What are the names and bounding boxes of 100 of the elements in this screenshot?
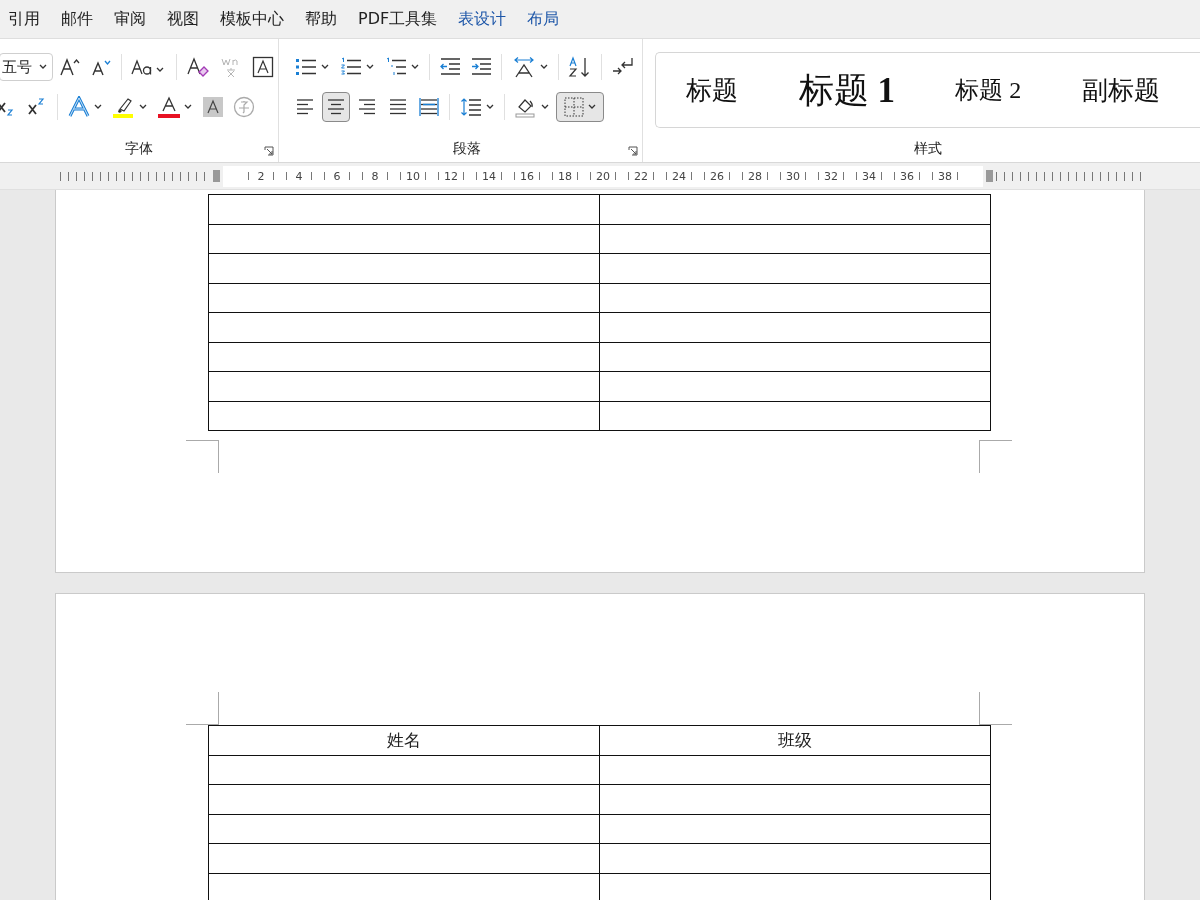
bordered-letter-icon	[252, 56, 274, 78]
caret-icon	[541, 104, 549, 110]
menu-tab[interactable]: 布局	[527, 8, 560, 30]
ruler-number: 30	[786, 169, 800, 183]
highlighter-icon	[113, 96, 135, 118]
table-cell[interactable]	[600, 785, 991, 815]
alignment-icon	[295, 98, 315, 116]
indent-marker[interactable]	[986, 170, 993, 182]
menu-tab[interactable]: PDF工具集	[358, 8, 438, 30]
table-cell[interactable]	[600, 342, 991, 372]
ruler-number: 22	[634, 169, 648, 183]
superscript-icon	[28, 97, 46, 117]
crop-mark	[979, 440, 1012, 473]
menu-tab[interactable]: 邮件	[61, 8, 93, 30]
style-item[interactable]: 标题	[686, 72, 739, 108]
table-cell[interactable]	[600, 283, 991, 313]
decrease-indent-icon	[439, 57, 461, 77]
increase-indent-icon	[470, 57, 492, 77]
eraser-icon	[186, 56, 210, 78]
alignment-icon	[326, 98, 346, 116]
table-cell[interactable]	[600, 844, 991, 874]
table-cell[interactable]	[209, 401, 600, 431]
caret-icon	[540, 64, 548, 70]
dialog-launcher-icon[interactable]	[264, 146, 274, 156]
table-cell[interactable]	[600, 401, 991, 431]
line-spacing-icon	[460, 97, 482, 117]
multilevel-list-icon	[385, 57, 407, 77]
ruler-number: 14	[482, 169, 496, 183]
caret-icon	[139, 104, 147, 110]
table-cell[interactable]	[600, 195, 991, 225]
style-item[interactable]: 副标题	[1081, 72, 1160, 108]
table-cell[interactable]	[209, 755, 600, 785]
grow-font-icon	[59, 57, 81, 77]
ruler-number: 32	[824, 169, 838, 183]
table-cell[interactable]	[209, 785, 600, 815]
ruler-number: 36	[900, 169, 914, 183]
caret-icon	[411, 64, 419, 70]
menu-tab[interactable]: 引用	[8, 8, 40, 30]
sort-icon	[568, 56, 592, 78]
table-cell[interactable]	[600, 313, 991, 343]
crop-mark	[186, 440, 219, 473]
ruler-number: 38	[938, 169, 952, 183]
table-cell[interactable]	[209, 313, 600, 343]
ruler-number: 24	[672, 169, 686, 183]
indent-marker[interactable]	[213, 170, 220, 182]
numbered-list-icon	[340, 57, 362, 77]
table-cell[interactable]	[209, 342, 600, 372]
ruler-number: 28	[748, 169, 762, 183]
font-color-icon	[158, 96, 180, 118]
font-size-dropdown[interactable]: 五号	[0, 53, 53, 81]
table-cell[interactable]	[209, 195, 600, 225]
caret-icon	[39, 64, 47, 70]
menu-tab[interactable]: 视图	[167, 8, 199, 30]
caret-icon	[94, 104, 102, 110]
table-cell[interactable]	[209, 372, 600, 402]
alignment-icon	[388, 98, 408, 116]
group-label: 样式	[913, 140, 942, 158]
table-cell[interactable]	[600, 755, 991, 785]
caret-icon	[588, 104, 596, 110]
ruler-number: 26	[710, 169, 724, 183]
table-cell[interactable]	[209, 814, 600, 844]
menu-tab[interactable]: 模板中心	[220, 8, 284, 30]
ruler-number: 34	[862, 169, 876, 183]
group-label: 字体	[125, 140, 153, 158]
dialog-launcher-icon[interactable]	[628, 146, 638, 156]
crop-mark	[979, 692, 1012, 725]
shaded-letter-icon	[203, 97, 223, 117]
table-cell[interactable]	[600, 814, 991, 844]
ruler-number: 12	[444, 169, 458, 183]
table-cell[interactable]	[209, 254, 600, 284]
style-item[interactable]: 标题 2	[955, 74, 1022, 106]
outlined-letter-icon	[68, 96, 90, 118]
table-header-cell[interactable]: 班级	[600, 726, 991, 756]
menu-tab[interactable]: 帮助	[305, 8, 337, 30]
table-cell[interactable]	[600, 372, 991, 402]
table-borders-icon	[564, 97, 584, 117]
menu-tab[interactable]: 表设计	[458, 8, 507, 30]
caret-icon	[366, 64, 374, 70]
enclosed-character-icon	[233, 96, 255, 118]
bullet-list-icon	[295, 57, 317, 77]
crop-mark	[186, 692, 219, 725]
ruler-number: 10	[406, 169, 420, 183]
ruler-number: 8	[371, 169, 379, 183]
table-cell[interactable]	[600, 224, 991, 254]
caret-icon	[184, 104, 192, 110]
style-item[interactable]: 标题 1	[798, 66, 895, 114]
alignment-icon	[419, 98, 439, 116]
letter-arrows-icon	[512, 56, 536, 78]
table-cell[interactable]	[600, 254, 991, 284]
ruler-number: 2	[257, 169, 265, 183]
ruler-number: 16	[520, 169, 534, 183]
alignment-icon	[357, 98, 377, 116]
caret-icon	[321, 64, 329, 70]
table-header-cell[interactable]: 姓名	[209, 726, 600, 756]
table-cell[interactable]	[209, 283, 600, 313]
align-button[interactable]	[322, 92, 350, 122]
menu-tab[interactable]: 审阅	[114, 8, 146, 30]
table-cell[interactable]	[209, 844, 600, 874]
group-label: 段落	[452, 140, 481, 158]
table-cell[interactable]	[209, 224, 600, 254]
